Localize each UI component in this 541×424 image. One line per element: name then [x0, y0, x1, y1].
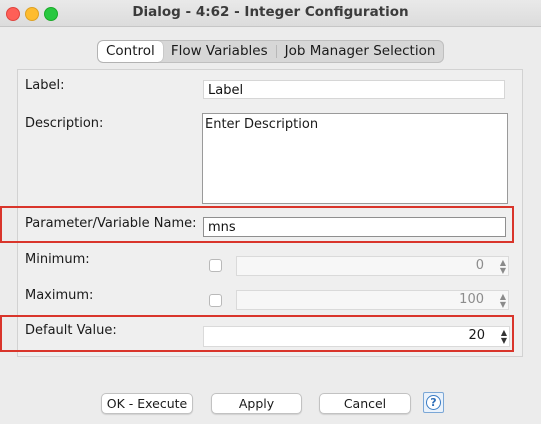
description-field-label: Description:	[25, 116, 104, 131]
maximum-value: 100	[459, 292, 484, 307]
tab-flow-variables[interactable]: Flow Variables	[163, 41, 276, 62]
stepper-down-icon: ▼	[499, 266, 506, 275]
apply-button[interactable]: Apply	[211, 393, 302, 414]
title-bar: Dialog - 4:62 - Integer Configuration	[0, 0, 541, 27]
window-title: Dialog - 4:62 - Integer Configuration	[132, 4, 409, 20]
default-value-label: Default Value:	[25, 323, 117, 338]
minimum-spinner[interactable]: 0 ▲ ▼	[236, 256, 509, 276]
default-value-stepper-arrows[interactable]: ▲ ▼	[501, 327, 507, 345]
maximum-checkbox[interactable]	[209, 294, 222, 307]
tab-bar: Control Flow Variables Job Manager Selec…	[97, 40, 445, 63]
parameter-name-label: Parameter/Variable Name:	[25, 216, 197, 231]
tab-job-manager-selection[interactable]: Job Manager Selection	[277, 41, 444, 62]
maximum-label: Maximum:	[25, 288, 94, 303]
stepper-down-icon: ▼	[500, 336, 507, 345]
help-icon: ?	[426, 395, 441, 410]
parameter-name-input[interactable]: mns	[203, 217, 506, 237]
maximum-spinner[interactable]: 100 ▲ ▼	[236, 290, 509, 310]
help-button[interactable]: ?	[423, 392, 444, 413]
description-textarea[interactable]: Enter Description	[202, 113, 508, 204]
minimum-value: 0	[475, 258, 484, 273]
cancel-button[interactable]: Cancel	[319, 393, 411, 414]
ok-execute-button[interactable]: OK - Execute	[101, 393, 193, 414]
label-input[interactable]: Label	[203, 80, 505, 99]
minimum-stepper-arrows[interactable]: ▲ ▼	[500, 257, 506, 275]
tab-control[interactable]: Control	[98, 41, 163, 62]
stepper-down-icon: ▼	[499, 300, 506, 309]
label-field-label: Label:	[25, 78, 65, 93]
default-value: 20	[468, 328, 485, 343]
minimum-checkbox[interactable]	[209, 259, 222, 272]
minimum-label: Minimum:	[25, 252, 90, 267]
default-value-spinner[interactable]: 20 ▲ ▼	[203, 326, 510, 347]
maximum-stepper-arrows[interactable]: ▲ ▼	[500, 291, 506, 309]
